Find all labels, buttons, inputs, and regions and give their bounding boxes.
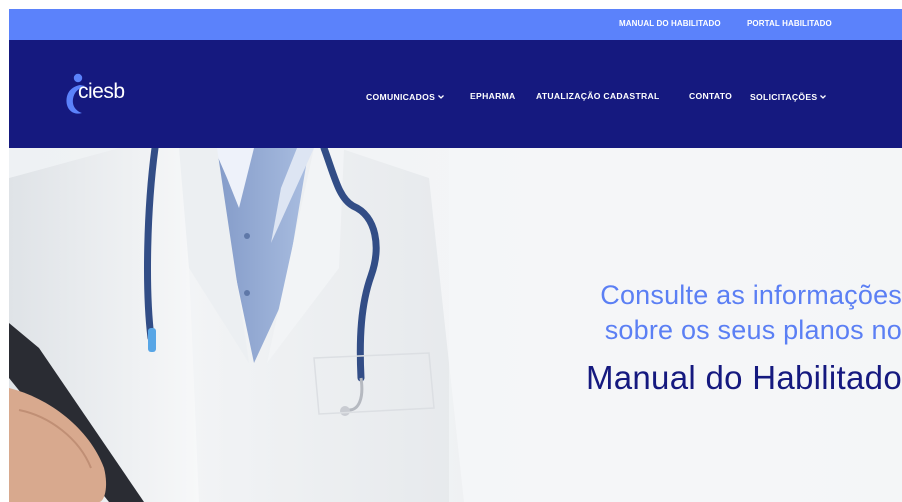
nav-item-epharma[interactable]: EPHARMA [470, 91, 516, 101]
hero-line-2: sobre os seus planos no [604, 315, 902, 345]
hero-banner[interactable]: Consulte as informações sobre os seus pl… [9, 148, 902, 502]
nav-item-contato[interactable]: CONTATO [689, 91, 732, 101]
chevron-down-icon [820, 91, 827, 101]
primary-nav: COMUNICADOS EPHARMA ATUALIZAÇÃO CADASTRA… [9, 91, 902, 105]
nav-item-label: ATUALIZAÇÃO CADASTRAL [536, 91, 660, 101]
hero-line-1: Consulte as informações [600, 280, 902, 310]
main-navbar: ciesb COMUNICADOS EPHARMA ATUALIZAÇÃO CA… [9, 40, 902, 148]
nav-item-label: SOLICITAÇÕES [750, 92, 818, 102]
nav-item-solicitacoes[interactable]: SOLICITAÇÕES [750, 91, 827, 102]
portal-habilitado-link[interactable]: PORTAL HABILITADO [747, 19, 832, 28]
page: MANUAL DO HABILITADO PORTAL HABILITADO c… [9, 9, 902, 502]
nav-item-label: COMUNICADOS [366, 92, 436, 102]
chevron-down-icon [438, 91, 445, 101]
top-utility-bar: MANUAL DO HABILITADO PORTAL HABILITADO [9, 9, 902, 40]
nav-item-label: CONTATO [689, 91, 733, 101]
nav-item-comunicados[interactable]: COMUNICADOS [366, 91, 445, 102]
manual-do-habilitado-link[interactable]: MANUAL DO HABILITADO [619, 19, 721, 28]
nav-item-label: EPHARMA [470, 91, 516, 101]
nav-item-atualizacao-cadastral[interactable]: ATUALIZAÇÃO CADASTRAL [536, 91, 660, 101]
hero-title: Manual do Habilitado [585, 359, 902, 396]
